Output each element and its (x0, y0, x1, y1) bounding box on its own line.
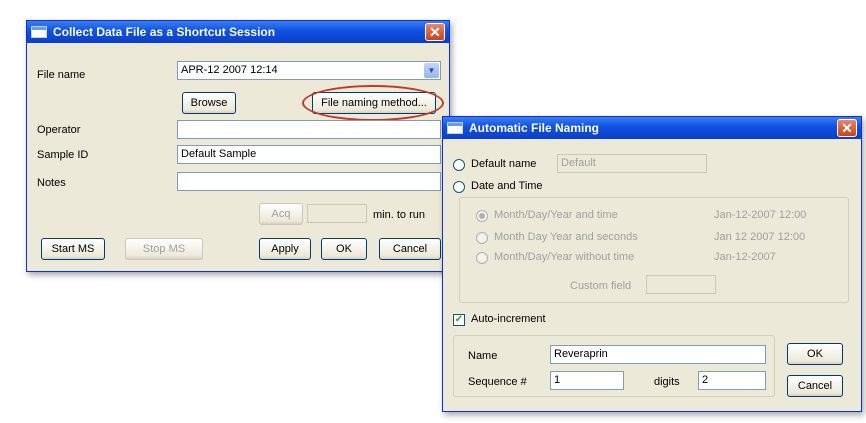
digits-label: digits (654, 376, 680, 388)
notes-label: Notes (37, 177, 66, 189)
date-format-group: Month/Day/Year and time Jan-12-2007 12:0… (459, 197, 849, 303)
collect-data-dialog: Collect Data File as a Shortcut Session … (26, 20, 450, 272)
digits-field[interactable]: 2 (698, 371, 766, 390)
file-name-dropdown[interactable]: APR-12 2007 12:14 ▼ (177, 61, 441, 80)
sample-id-label: Sample ID (37, 149, 89, 161)
browse-button[interactable]: Browse (182, 92, 236, 114)
date-time-label: Date and Time (471, 180, 543, 192)
format-option-label: Month/Day/Year and time (494, 209, 618, 221)
format-option-radio[interactable] (476, 232, 488, 244)
auto-increment-checkbox[interactable]: ✓ (453, 314, 465, 326)
file-name-value: APR-12 2007 12:14 (181, 64, 278, 76)
window-icon (31, 26, 47, 38)
name-field[interactable]: Reveraprin (550, 345, 766, 364)
name-label: Name (468, 350, 498, 362)
operator-label: Operator (37, 124, 81, 136)
close-icon[interactable]: ✕ (837, 119, 857, 137)
default-name-radio[interactable] (453, 159, 465, 171)
auto-increment-label: Auto-increment (471, 313, 546, 325)
ok-button[interactable]: OK (321, 238, 367, 260)
format-option-example: Jan 12 2007 12:00 (714, 231, 806, 243)
units-label: min. to run (373, 209, 425, 221)
format-option-radio[interactable] (476, 252, 488, 264)
format-option-example: Jan-12-2007 12:00 (714, 209, 807, 221)
sample-id-field[interactable]: Default Sample (177, 145, 441, 164)
prefix-field[interactable] (646, 275, 716, 294)
format-option-example: Jan-12-2007 (714, 251, 776, 263)
acq-field[interactable] (307, 204, 367, 223)
apply-button[interactable]: Apply (259, 238, 311, 260)
date-time-radio[interactable] (453, 181, 465, 193)
default-name-label: Default name (471, 158, 537, 170)
format-option-label: Month Day Year and seconds (494, 231, 638, 243)
file-name-label: File name (37, 69, 86, 81)
format-option-radio[interactable] (476, 210, 488, 222)
window-icon (447, 122, 463, 134)
acq-button[interactable]: Acq (259, 203, 303, 225)
automatic-file-naming-dialog: Automatic File Naming ✕ Default name Def… (442, 116, 862, 412)
sequence-label: Sequence # (468, 376, 527, 388)
ok-button[interactable]: OK (787, 343, 843, 365)
collect-data-titlebar[interactable]: Collect Data File as a Shortcut Session … (27, 21, 449, 43)
operator-field[interactable] (177, 120, 441, 139)
cancel-button[interactable]: Cancel (379, 238, 441, 260)
close-icon[interactable]: ✕ (425, 23, 445, 41)
default-name-field[interactable]: Default (557, 154, 707, 173)
start-ms-button[interactable]: Start MS (41, 238, 105, 260)
chevron-down-icon[interactable]: ▼ (424, 63, 439, 78)
cancel-button[interactable]: Cancel (787, 375, 843, 397)
increment-group: Name Reveraprin Sequence # 1 digits 2 (453, 335, 775, 397)
stop-ms-button[interactable]: Stop MS (125, 238, 203, 260)
format-option-label: Month/Day/Year without time (494, 251, 635, 263)
file-naming-titlebar[interactable]: Automatic File Naming ✕ (443, 117, 861, 139)
sequence-field[interactable]: 1 (550, 371, 624, 390)
file-naming-title: Automatic File Naming (469, 121, 600, 135)
collect-data-title: Collect Data File as a Shortcut Session (53, 25, 276, 39)
highlight-ellipse (302, 85, 444, 121)
prefix-label: Custom field (570, 280, 632, 292)
notes-field[interactable] (177, 172, 441, 191)
